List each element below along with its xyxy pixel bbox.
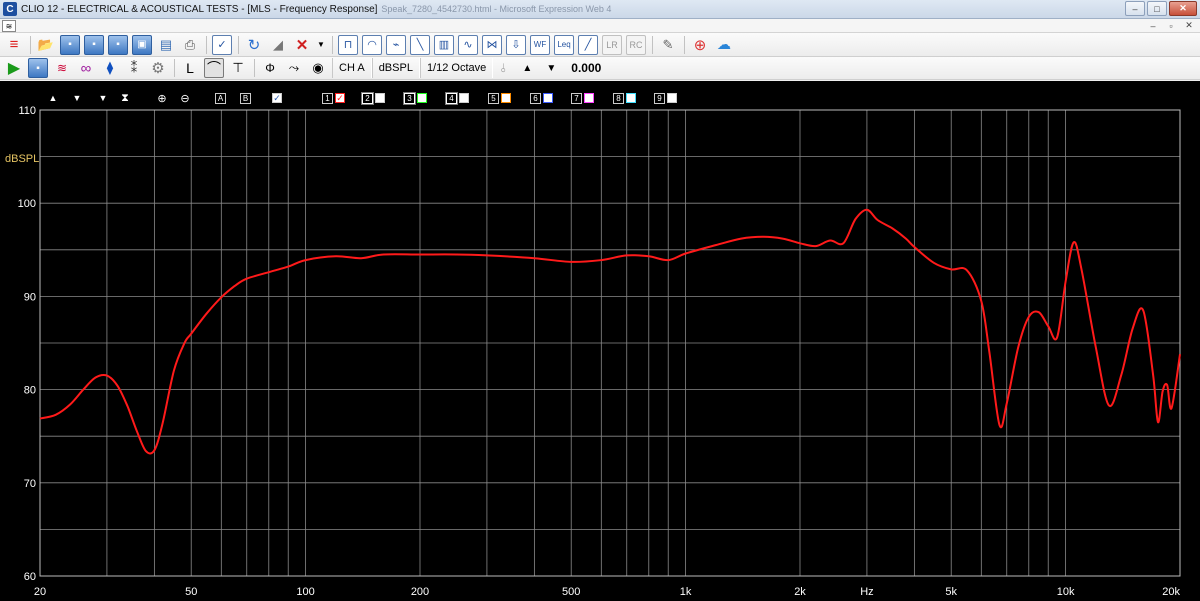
autosave-icon[interactable]: ▪ (28, 58, 48, 78)
x-tick-label: Hz (860, 586, 873, 598)
mdi-restore-button[interactable]: ▫ (1164, 20, 1178, 31)
settings-gear-icon[interactable]: ⚙ (148, 58, 168, 78)
mdi-menubar: ≋ – ▫ ✕ (0, 19, 1200, 33)
measurement-toolbar: ▶ ▪ ≋ ∞ ⧫ ⁑ ⚙ L ⌒ ⊤ Φ ⤳ ◉ CH A dBSPL 1/1… (0, 57, 1200, 80)
export-icon[interactable]: ▪ (108, 34, 128, 55)
x-tick-label: 20k (1162, 586, 1180, 598)
time-domain-icon[interactable]: ⊤ (228, 58, 248, 78)
export-image-icon[interactable]: ▣ (132, 34, 152, 55)
window-title-background-app: Speak_7280_4542730.html - Microsoft Expr… (381, 4, 612, 14)
menu-icon[interactable]: ≡ (4, 35, 24, 55)
delete-dropdown-icon[interactable]: ▼ (316, 35, 326, 55)
y-axis: 60 70 80 90 100 110 (18, 105, 36, 583)
x-tick-label: 500 (562, 586, 580, 598)
window-controls: – □ ✕ (1125, 1, 1197, 16)
window-title: CLIO 12 - ELECTRICAL & ACOUSTICAL TESTS … (21, 3, 378, 15)
x-tick-label: 200 (411, 586, 429, 598)
mdi-document-icon[interactable]: ≋ (2, 20, 16, 32)
main-toolbar: ≡ 📂 ▪ ▪ ▪ ▣ ▤ ⎙ ✓ ↻ ◢ ✕ ▼ ⊓ ◠ ⌁ ╲ ▥ ∿ ⋈ … (0, 33, 1200, 57)
mls-icon[interactable]: ⊓ (338, 34, 358, 55)
loop-icon[interactable]: ∞ (76, 58, 96, 78)
series (39, 208, 1181, 455)
ruler-icon[interactable]: ✎ (658, 35, 678, 55)
notes-icon[interactable]: ▤ (156, 35, 176, 55)
grid (39, 109, 1181, 577)
x-tick-label: 1k (680, 586, 692, 598)
spectrum-icon[interactable]: ▥ (434, 34, 454, 55)
delete-icon[interactable]: ✕ (292, 35, 312, 55)
microphone-icon[interactable]: ⧫ (100, 58, 120, 78)
y-tick-label: 110 (18, 105, 36, 117)
wave-icon[interactable]: ∿ (458, 34, 478, 55)
x-tick-label: 10k (1057, 586, 1075, 598)
multimeter-icon[interactable]: ⋈ (482, 34, 502, 55)
wf-button[interactable]: WF (530, 34, 550, 55)
maximize-button[interactable]: □ (1147, 1, 1167, 16)
minimize-button[interactable]: – (1125, 1, 1145, 16)
toolbar-separator (206, 35, 207, 54)
toolbar-separator (652, 35, 653, 54)
smoothing-curve-icon[interactable]: ⌒ (204, 58, 224, 78)
download-icon[interactable]: ⇩ (506, 34, 526, 55)
toolbar-separator (332, 35, 333, 54)
value-down-arrow-icon[interactable]: ▼ (541, 58, 561, 78)
close-button[interactable]: ✕ (1169, 1, 1197, 16)
toolbar-separator (238, 35, 239, 54)
waveform-icon[interactable]: ≋ (52, 58, 72, 78)
fft-icon[interactable]: ⌁ (386, 34, 406, 55)
y-tick-label: 100 (18, 198, 36, 210)
y-tick-label: 80 (24, 385, 36, 397)
x-tick-label: 20 (34, 586, 46, 598)
units-selector[interactable]: dBSPL (371, 58, 420, 78)
phase-icon[interactable]: Φ (260, 58, 280, 78)
save-icon[interactable]: ▪ (60, 34, 80, 55)
cloud-help-icon[interactable]: ☁ (714, 35, 734, 55)
sinusoid-icon[interactable]: ◠ (362, 34, 382, 55)
frequency-response-curve (39, 208, 1181, 455)
toolbar-separator (684, 35, 685, 54)
y-tick-label: 70 (24, 478, 36, 490)
x-tick-label: 5k (945, 586, 957, 598)
clio-app-icon: C (3, 2, 17, 16)
mdi-minimize-button[interactable]: – (1146, 20, 1160, 31)
toolbar-separator (254, 59, 255, 77)
open-file-icon[interactable]: 📂 (36, 35, 56, 55)
eraser-icon[interactable]: ◢ (268, 35, 288, 55)
cursors-icon[interactable]: ⁑ (124, 58, 144, 78)
value-up-arrow-icon[interactable]: ▲ (517, 58, 537, 78)
play-icon[interactable]: ▶ (4, 58, 24, 78)
save-as-icon[interactable]: ▪ (84, 34, 104, 55)
smoothing-selector[interactable]: 1/12 Octave (419, 58, 494, 78)
l-cursor-icon[interactable]: L (180, 58, 200, 78)
minimum-phase-icon[interactable]: ◉ (308, 58, 328, 78)
reference-value[interactable]: 0.000 (565, 61, 601, 75)
check-icon[interactable]: ✓ (212, 34, 232, 55)
window-titlebar: C CLIO 12 - ELECTRICAL & ACOUSTICAL TEST… (0, 0, 1200, 19)
x-tick-label: 50 (185, 586, 197, 598)
split-icon[interactable]: ⫰ (493, 58, 513, 78)
toolbar-separator (30, 35, 31, 54)
frequency-response-chart[interactable]: 60708090100110 20 50 100 200 500 1k 2k Hz 5k 10k 2… (0, 81, 1200, 601)
print-icon[interactable]: ⎙ (180, 35, 200, 55)
lr-button: LR (602, 34, 622, 55)
y-axis-label: dBSPL (5, 153, 39, 165)
mdi-controls: – ▫ ✕ (1146, 20, 1196, 31)
sweep-icon[interactable]: ╲ (410, 34, 430, 55)
toolbar-separator (174, 59, 175, 77)
linearity-icon[interactable]: ╱ (578, 34, 598, 55)
y-tick-label: 60 (24, 571, 36, 583)
help-lifebuoy-icon[interactable]: ⊕ (690, 35, 710, 55)
refresh-icon[interactable]: ↻ (244, 35, 264, 55)
leq-button[interactable]: Leq (554, 34, 574, 55)
channel-selector[interactable]: CH A (332, 58, 372, 78)
x-tick-label: 2k (794, 586, 806, 598)
y-tick-label: 90 (24, 291, 36, 303)
mdi-close-button[interactable]: ✕ (1182, 20, 1196, 31)
group-delay-icon[interactable]: ⤳ (284, 58, 304, 78)
x-axis: 20 50 100 200 500 1k 2k Hz 5k 10k 20k (34, 586, 1181, 598)
rc-button: RC (626, 34, 646, 55)
x-tick-label: 100 (296, 586, 314, 598)
